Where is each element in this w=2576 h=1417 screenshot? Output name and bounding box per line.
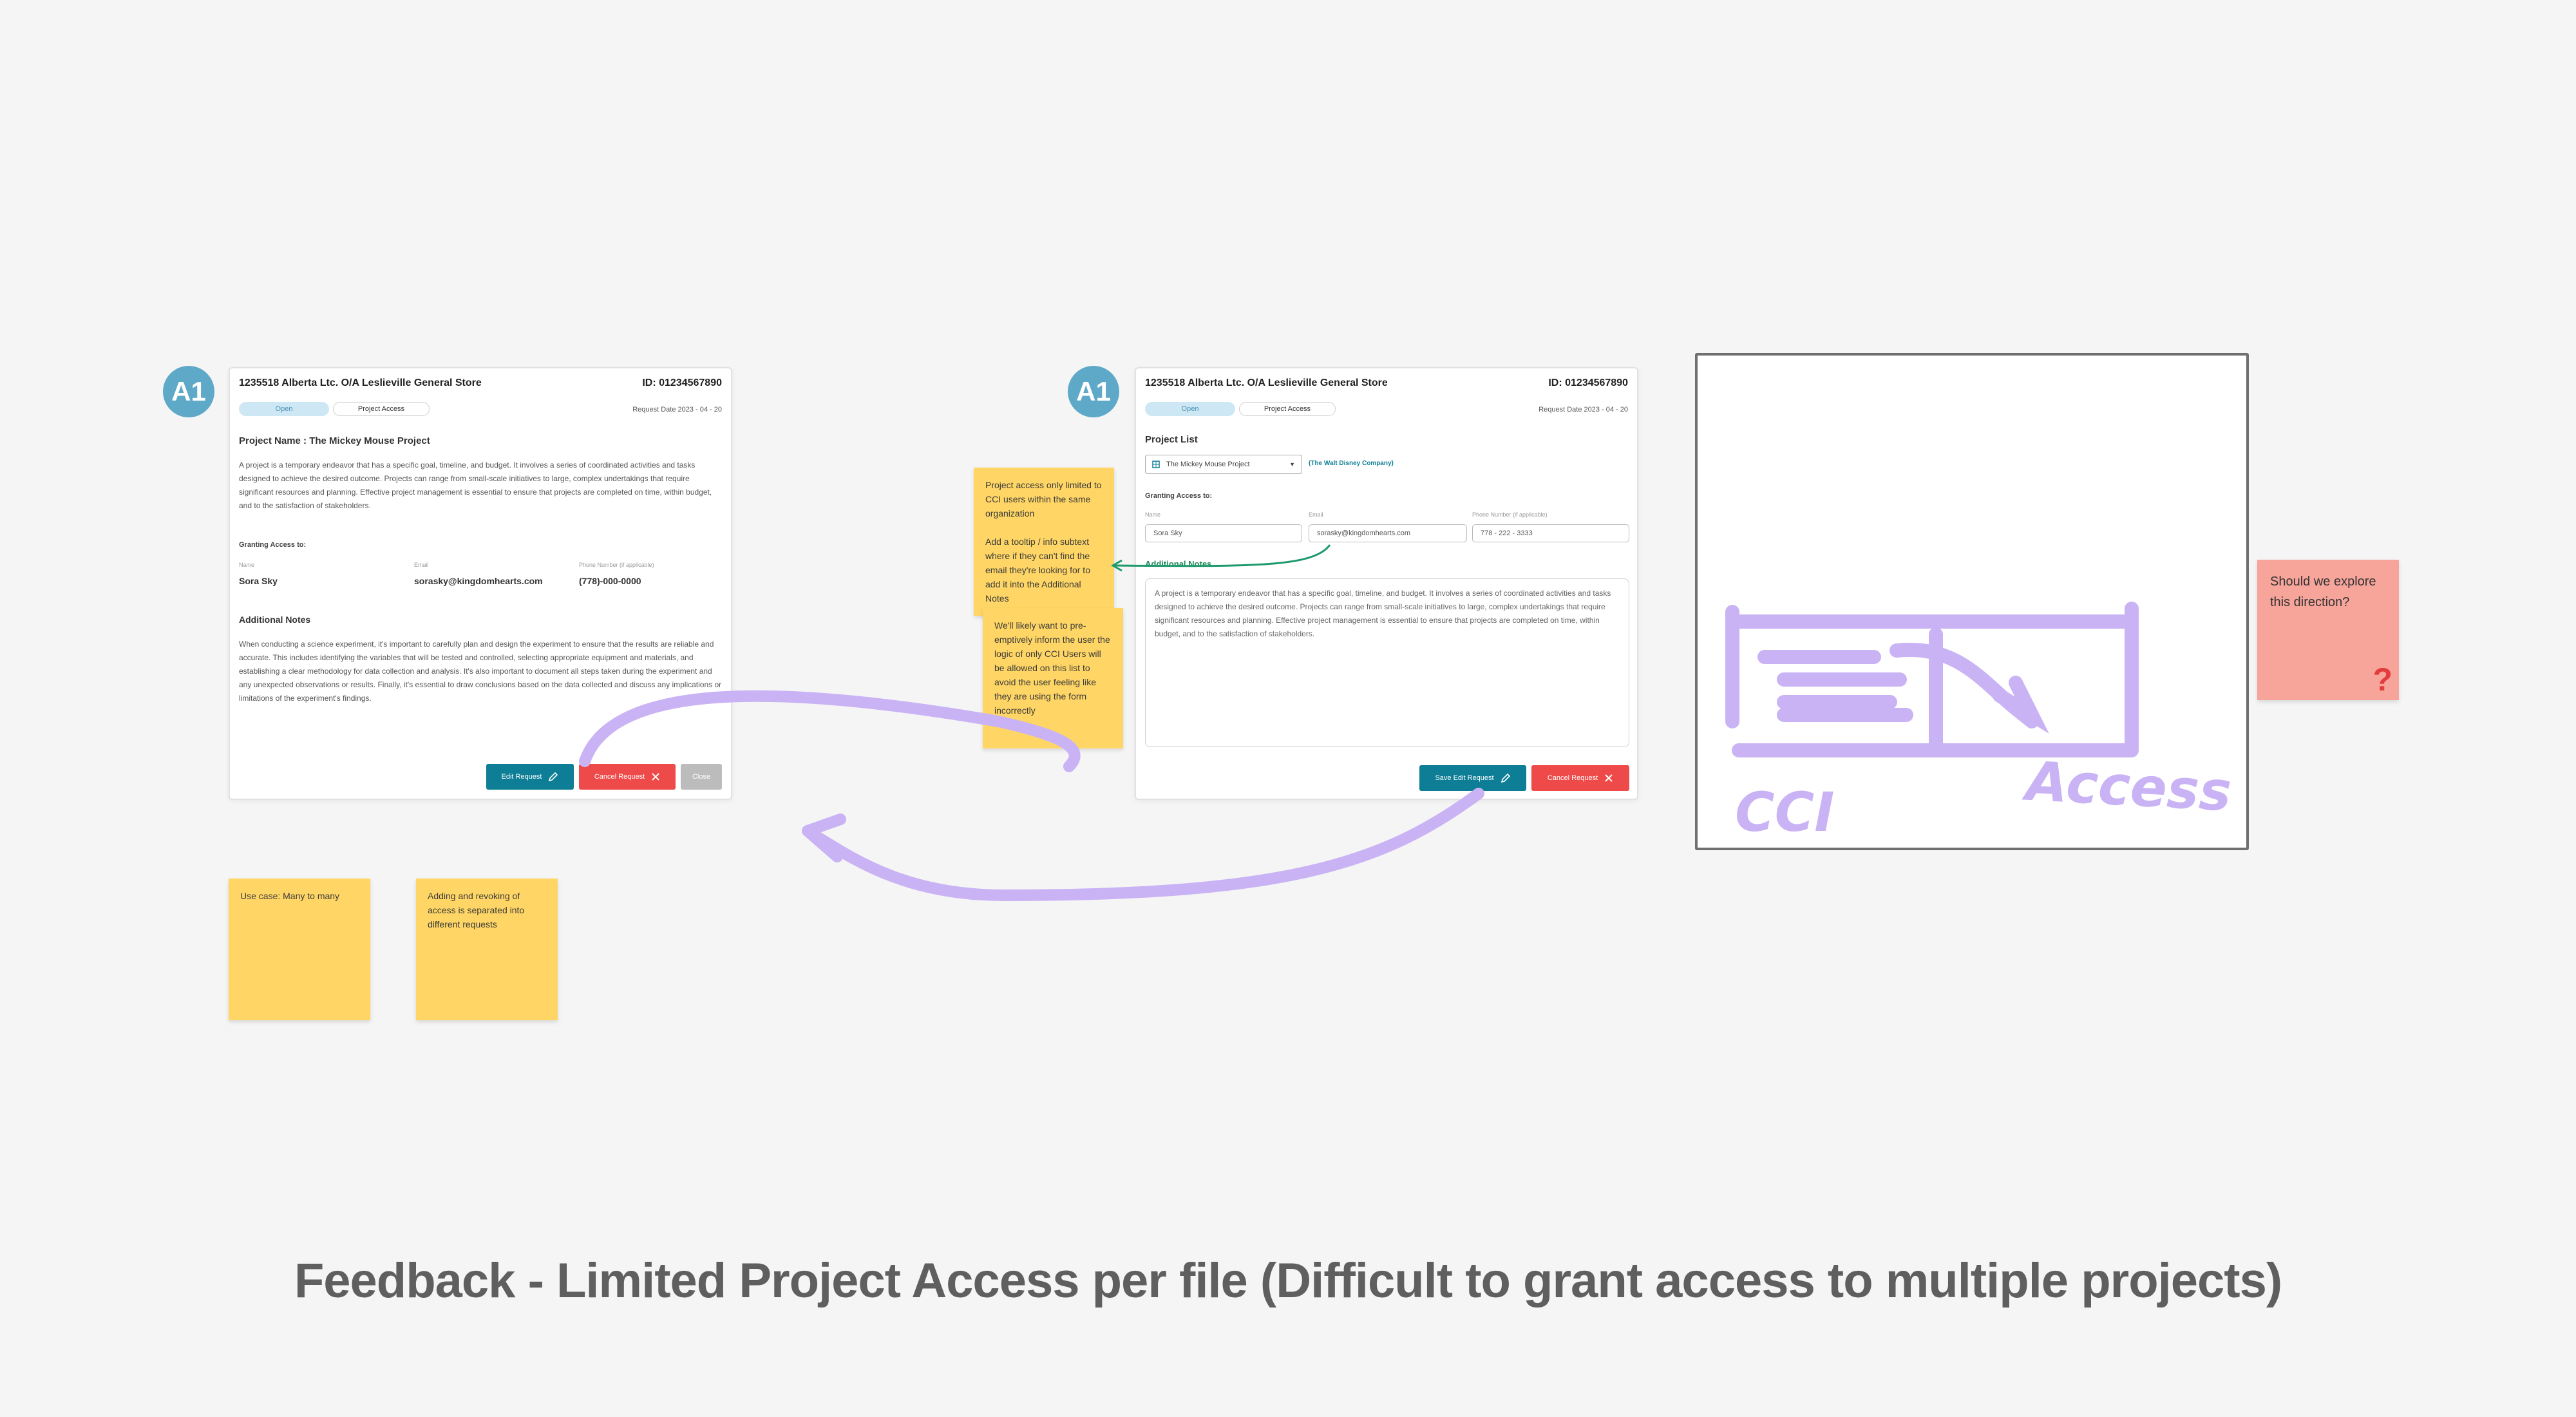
annotation-overlay [579, 544, 2139, 902]
sketch-arrow-head-icon [802, 813, 846, 862]
page-title: Feedback - Limited Project Access per fi… [294, 1253, 2282, 1308]
sketch-arrow-back [802, 788, 1484, 902]
connector-line [1113, 544, 1331, 567]
sketch-arc-top [579, 690, 1081, 772]
sketch-wireframe [1725, 602, 2139, 757]
